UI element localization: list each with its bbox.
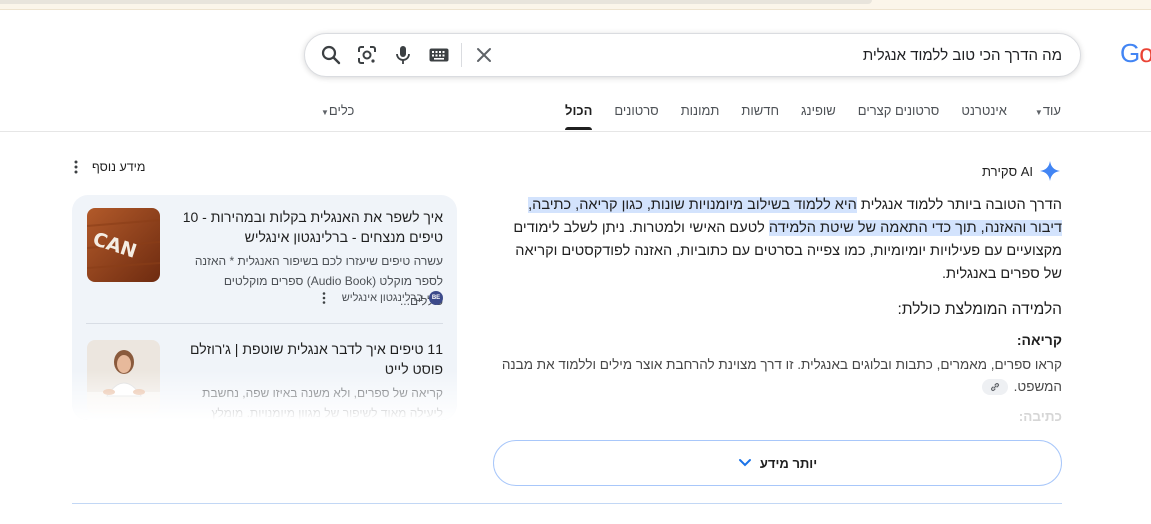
- gemini-sparkle-icon: [1040, 161, 1060, 181]
- more-info-header[interactable]: מידע נוסף: [74, 160, 146, 174]
- tab-short-videos[interactable]: סרטונים קצרים: [858, 96, 940, 130]
- tab-label: סרטונים: [614, 103, 659, 118]
- show-more-label: יותר מידע: [759, 455, 818, 471]
- tab-more[interactable]: עוד▼: [1029, 96, 1061, 130]
- card-title[interactable]: איך לשפר את האנגלית בקלות ובמהירות - 10 …: [178, 207, 443, 247]
- tools-menu[interactable]: כלים▼: [315, 96, 354, 126]
- google-logo[interactable]: Go: [1120, 38, 1151, 69]
- search-separator: [461, 43, 462, 67]
- microphone-icon: [396, 46, 410, 64]
- tab-label: שופינג: [801, 103, 836, 118]
- tab-images[interactable]: תמונות: [681, 96, 720, 130]
- browser-top-strip: [0, 0, 1151, 10]
- ai-overview-paragraph: הדרך הטובה ביותר ללמוד אנגלית היא ללמוד …: [493, 194, 1062, 286]
- chevron-down-icon: [738, 459, 751, 467]
- ai-subtitle: הלמידה המומלצת כוללת:: [897, 301, 1062, 318]
- tab-label: עוד: [1042, 103, 1061, 118]
- tab-label: אינטרנט: [961, 103, 1007, 118]
- more-vert-icon[interactable]: [74, 160, 78, 174]
- ai-item-title: קריאה:: [1016, 332, 1062, 348]
- section-bottom-rule: [72, 503, 1062, 504]
- caret-down-icon: ▼: [1034, 108, 1043, 117]
- ai-text-start: הדרך הטובה ביותר ללמוד אנגלית: [856, 197, 1062, 213]
- header-divider: [0, 131, 1151, 132]
- tab-label: חדשות: [741, 103, 780, 118]
- google-lens-icon: [358, 46, 376, 64]
- card-title[interactable]: 11 טיפים איך לדבר אנגלית שוטפת | ג'רוזלם…: [178, 339, 443, 379]
- tab-label: תמונות: [680, 103, 720, 118]
- source-link-chip[interactable]: [981, 379, 1008, 396]
- ai-item-text: קראו ספרים, מאמרים, כתבות ובלוגים באנגלי…: [493, 354, 1062, 398]
- source-name: ברלינגטון אינגליש: [341, 292, 423, 304]
- card-thumbnail: CAN: [87, 208, 160, 282]
- card-thumbnail: [87, 340, 160, 414]
- link-icon: [990, 383, 999, 392]
- search-input[interactable]: [542, 34, 1062, 76]
- card-source: BE ברלינגטון אינגליש: [322, 291, 443, 305]
- top-bar-shape: [0, 0, 872, 4]
- caret-down-icon: ▼: [321, 108, 329, 117]
- ai-faded-item-title: כתיבה:: [1018, 409, 1062, 424]
- more-vert-icon[interactable]: [322, 292, 326, 304]
- search-icon: [321, 45, 341, 65]
- show-more-button[interactable]: יותר מידע: [493, 440, 1062, 486]
- card-snippet: קריאה של ספרים, ולא משנה באיזו שפה, נחשב…: [202, 386, 443, 420]
- search-tabs: הכול סרטונים תמונות חדשות שופינג סרטונים…: [565, 96, 1061, 130]
- ai-overview-label: סקירת AI: [981, 163, 1033, 179]
- sources-panel: CAN איך לשפר את האנגלית בקלות ובמהירות -…: [72, 195, 457, 420]
- lens-search-button[interactable]: [355, 43, 379, 67]
- search-box[interactable]: [304, 33, 1081, 77]
- keyboard-button[interactable]: [427, 43, 451, 67]
- voice-search-button[interactable]: [391, 43, 415, 67]
- ai-overview-header: סקירת AI: [982, 160, 1061, 182]
- tab-videos[interactable]: סרטונים: [614, 96, 658, 130]
- source-favicon: BE: [429, 291, 443, 305]
- tab-label: הכול: [565, 103, 593, 118]
- card-separator: [86, 323, 443, 324]
- tab-all[interactable]: הכול: [565, 96, 593, 130]
- close-icon: [477, 48, 491, 62]
- tools-label: כלים: [328, 103, 355, 118]
- ai-item-body: קראו ספרים, מאמרים, כתבות ובלוגים באנגלי…: [501, 357, 1062, 394]
- tab-web[interactable]: אינטרנט: [961, 96, 1007, 130]
- clear-search-button[interactable]: [471, 42, 497, 68]
- more-info-label: מידע נוסף: [92, 160, 146, 174]
- search-button[interactable]: [319, 43, 343, 67]
- tab-shopping[interactable]: שופינג: [801, 96, 836, 130]
- keyboard-icon: [429, 48, 449, 62]
- tab-news[interactable]: חדשות: [741, 96, 779, 130]
- tab-label: סרטונים קצרים: [857, 103, 940, 118]
